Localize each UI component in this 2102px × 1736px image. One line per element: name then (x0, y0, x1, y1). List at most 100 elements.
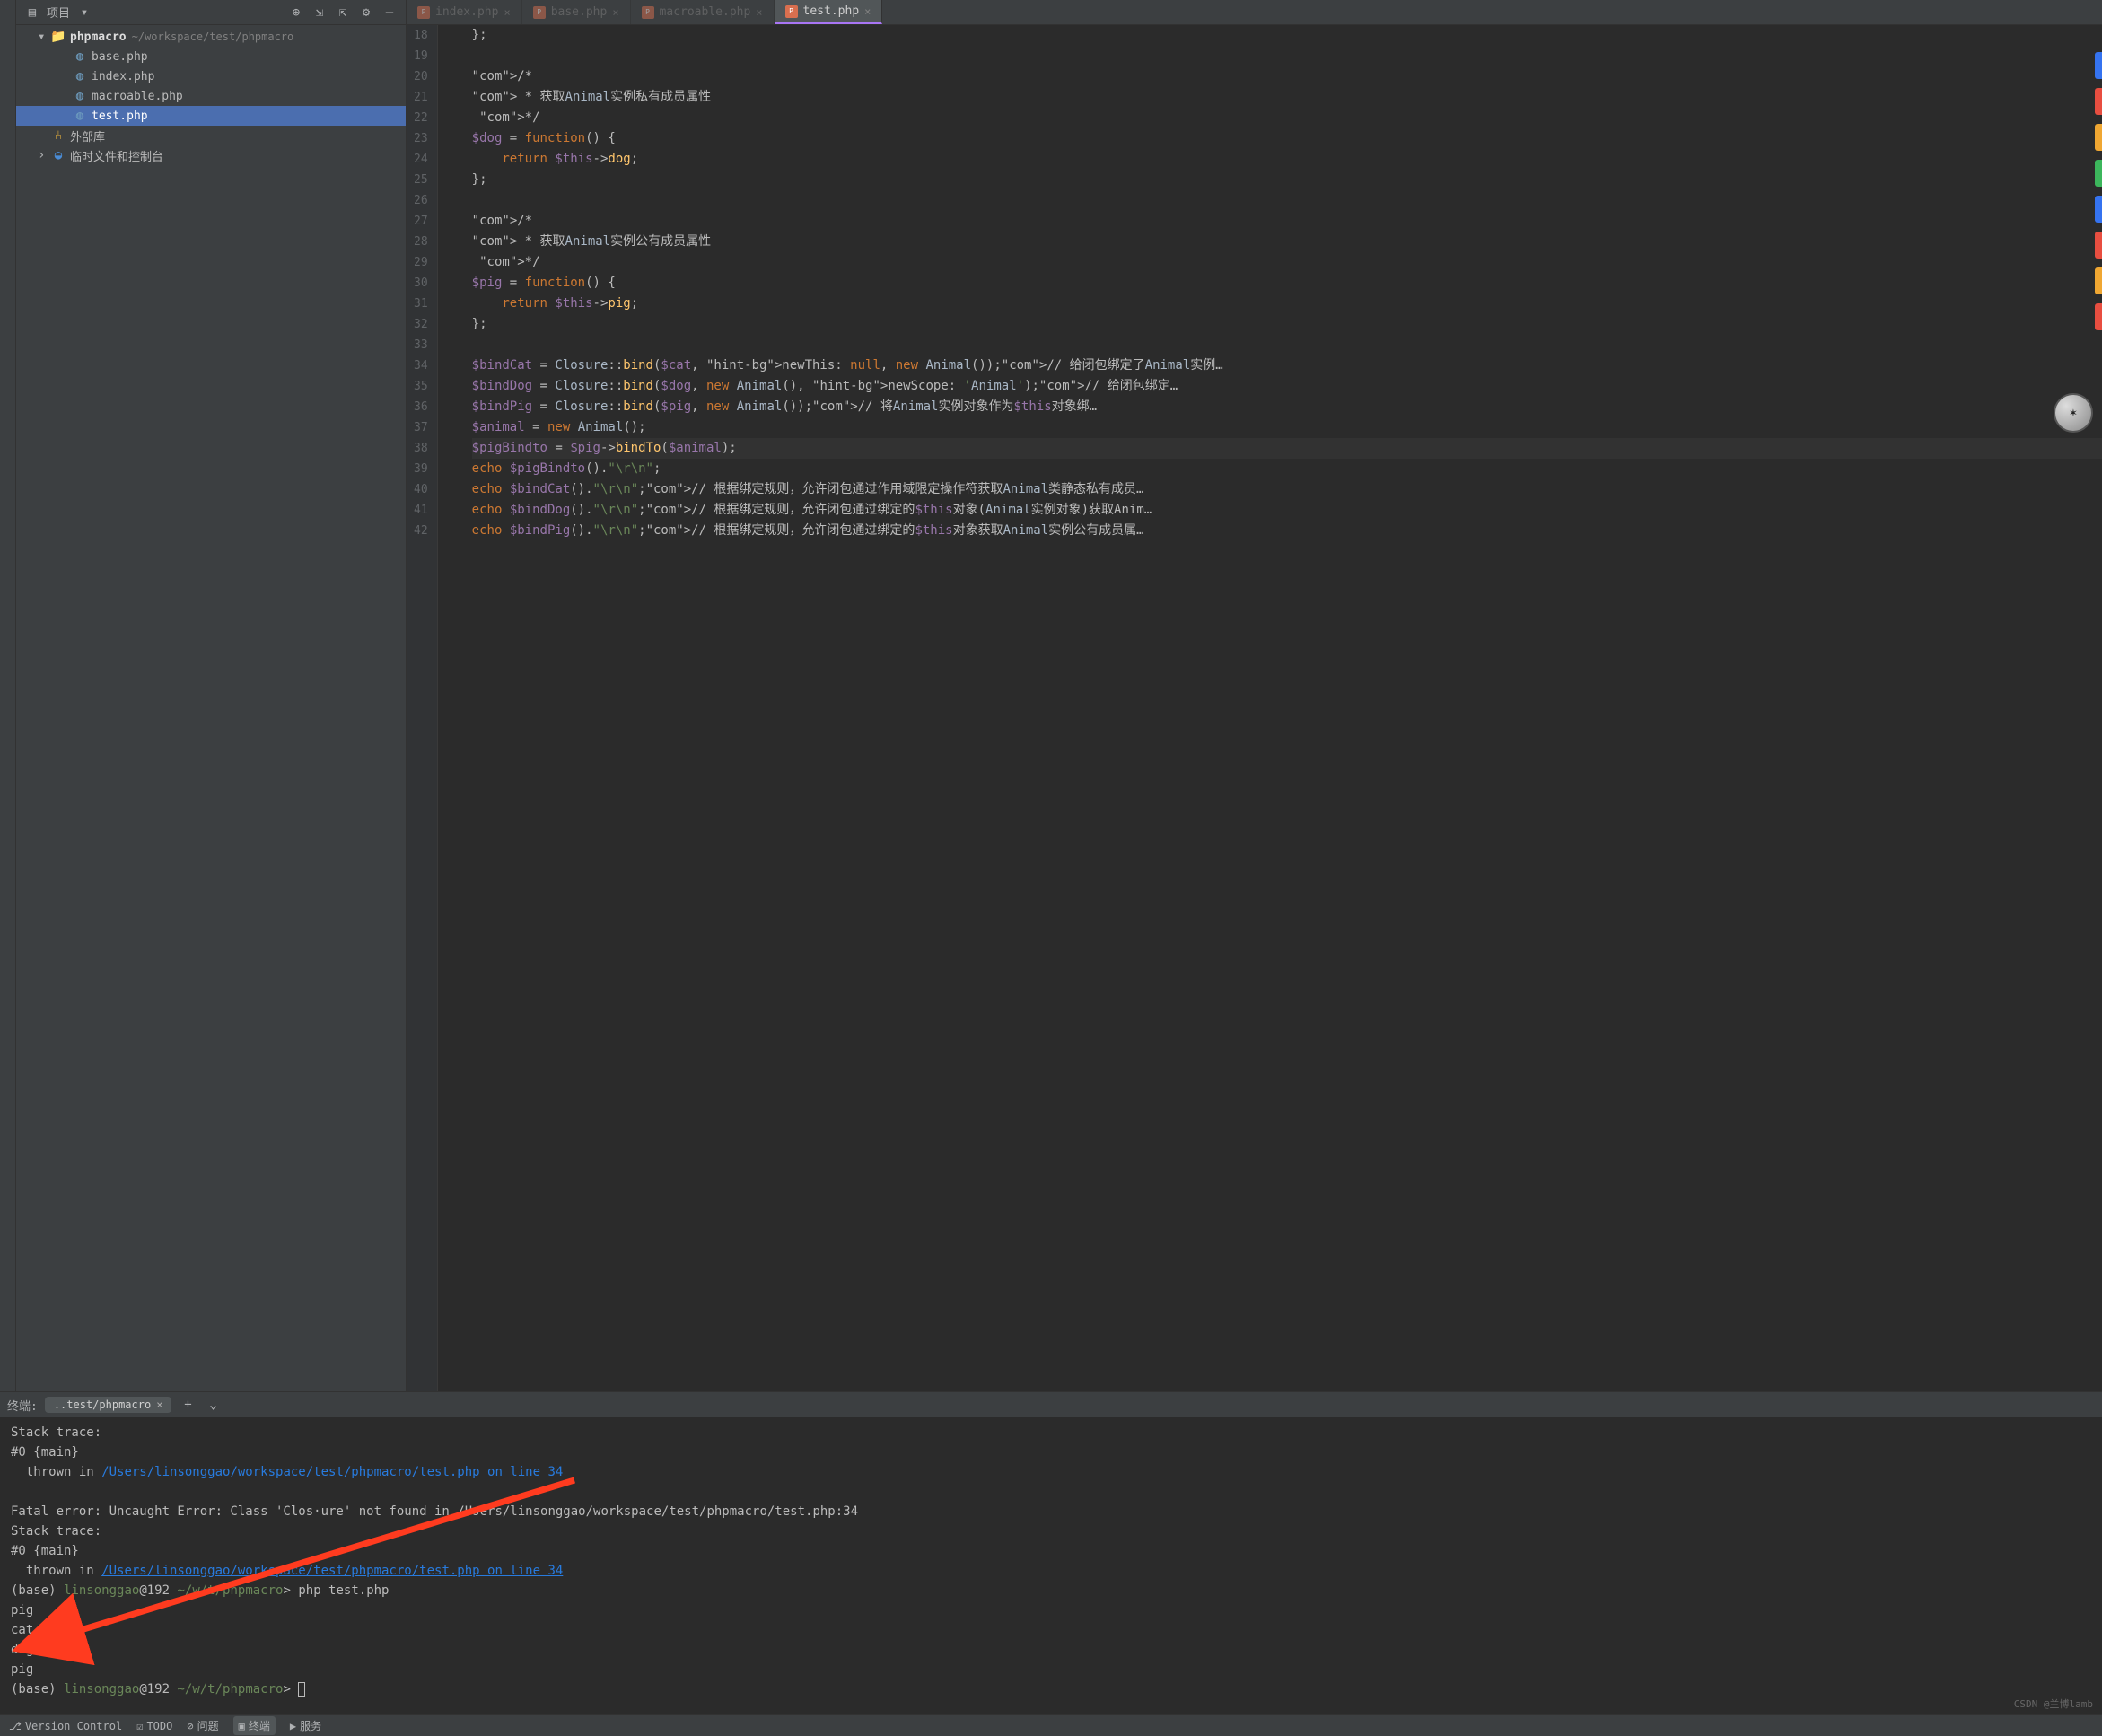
line-number[interactable]: 19 (414, 46, 428, 66)
code-line[interactable] (472, 190, 2102, 211)
code-line[interactable]: $bindCat = Closure::bind($cat, "hint-bg"… (472, 355, 2102, 376)
line-number[interactable]: 35 (414, 376, 428, 397)
locate-icon[interactable]: ⊕ (287, 4, 305, 22)
statusbar-version-control[interactable]: ⎇Version Control (9, 1720, 122, 1732)
code-line[interactable]: $bindPig = Closure::bind($pig, new Anima… (472, 397, 2102, 417)
line-number[interactable]: 30 (414, 273, 428, 294)
tree-external-libs[interactable]: ⑃ 外部库 (16, 126, 406, 145)
terminal-tab[interactable]: ..test/phpmacro × (45, 1397, 172, 1413)
line-number[interactable]: 18 (414, 25, 428, 46)
code-line[interactable]: $pig = function() { (472, 273, 2102, 294)
tree-file[interactable]: ◍ base.php (16, 47, 406, 66)
close-icon[interactable]: × (864, 5, 871, 18)
code-line[interactable]: "com">*/ (472, 108, 2102, 128)
code-line[interactable]: "com">/* (472, 211, 2102, 232)
code-line[interactable]: }; (472, 314, 2102, 335)
project-label[interactable]: 项目 (47, 4, 70, 21)
line-number[interactable]: 39 (414, 459, 428, 479)
line-number[interactable]: 31 (414, 294, 428, 314)
hide-icon[interactable]: — (381, 4, 399, 22)
expand-icon[interactable]: ⇲ (311, 4, 328, 22)
line-number[interactable]: 23 (414, 128, 428, 149)
terminal-line: #0 {main} (11, 1442, 2091, 1462)
code-line[interactable] (472, 46, 2102, 66)
tab-base-php[interactable]: P base.php × (522, 0, 631, 24)
code-editor[interactable]: 1819202122232425262728293031323334353637… (407, 25, 2102, 1391)
chevron-down-icon[interactable]: ▾ (38, 30, 50, 44)
collapse-icon[interactable]: ⇱ (334, 4, 352, 22)
line-number[interactable]: 26 (414, 190, 428, 211)
statusbar-todo[interactable]: ☑TODO (136, 1720, 172, 1732)
terminal-dropdown-icon[interactable]: ⌄ (204, 1396, 222, 1414)
code-line[interactable] (472, 335, 2102, 355)
tab-macroable-php[interactable]: P macroable.php × (631, 0, 775, 24)
chevron-right-icon[interactable]: › (38, 148, 50, 162)
line-number[interactable]: 34 (414, 355, 428, 376)
terminal-tab-label: ..test/phpmacro (54, 1398, 151, 1411)
tree-root[interactable]: ▾ 📁 phpmacro ~/workspace/test/phpmacro (16, 27, 406, 47)
line-number[interactable]: 32 (414, 314, 428, 335)
close-icon[interactable]: × (156, 1398, 162, 1411)
terminal-output[interactable]: Stack trace:#0 {main} thrown in /Users/l… (0, 1417, 2102, 1714)
line-number[interactable]: 36 (414, 397, 428, 417)
sidebar-toolbar: ▤ 项目 ▾ ⊕ ⇲ ⇱ ⚙ — (16, 0, 406, 25)
code-line[interactable]: echo $bindCat()."\r\n";"com">// 根据绑定规则，允… (472, 479, 2102, 500)
file-link[interactable]: /Users/linsonggao/workspace/test/phpmacr… (101, 1564, 563, 1578)
code-line[interactable]: $dog = function() { (472, 128, 2102, 149)
line-number[interactable]: 33 (414, 335, 428, 355)
code-line[interactable]: $bindDog = Closure::bind($dog, new Anima… (472, 376, 2102, 397)
tab-index-php[interactable]: P index.php × (407, 0, 522, 24)
line-number[interactable]: 21 (414, 87, 428, 108)
statusbar-问题[interactable]: ⊘问题 (187, 1718, 218, 1733)
close-icon[interactable]: × (504, 6, 510, 19)
line-number[interactable]: 24 (414, 149, 428, 170)
statusbar-服务[interactable]: ▶服务 (290, 1718, 321, 1733)
code-line[interactable]: return $this->pig; (472, 294, 2102, 314)
tab-test-php[interactable]: P test.php × (775, 0, 883, 24)
line-number[interactable]: 29 (414, 252, 428, 273)
code-line[interactable]: "com"> * 获取Animal实例私有成员属性 (472, 87, 2102, 108)
line-number[interactable]: 37 (414, 417, 428, 438)
terminal-line: Stack trace: (11, 1521, 2091, 1541)
settings-icon[interactable]: ⚙ (357, 4, 375, 22)
line-number[interactable]: 27 (414, 211, 428, 232)
statusbar-终端[interactable]: ▣终端 (233, 1716, 276, 1735)
statusbar-label: 服务 (300, 1718, 321, 1733)
code-line[interactable]: }; (472, 170, 2102, 190)
folder-icon: 📁 (50, 29, 66, 45)
code-line[interactable]: echo $bindDog()."\r\n";"com">// 根据绑定规则，允… (472, 500, 2102, 521)
tree-root-name: phpmacro (70, 31, 127, 44)
line-number[interactable]: 25 (414, 170, 428, 190)
tree-scratches[interactable]: › ◒ 临时文件和控制台 (16, 145, 406, 165)
code-line[interactable]: $pigBindto = $pig->bindTo($animal); (472, 438, 2102, 459)
tree-file[interactable]: ◍ index.php (16, 66, 406, 86)
file-link[interactable]: /Users/linsonggao/workspace/test/phpmacr… (101, 1465, 563, 1479)
project-selector-icon[interactable]: ▤ (23, 4, 41, 22)
close-icon[interactable]: × (756, 6, 762, 19)
line-number[interactable]: 42 (414, 521, 428, 541)
code-line[interactable]: "com">/* (472, 66, 2102, 87)
code-line[interactable]: $animal = new Animal(); (472, 417, 2102, 438)
assistant-badge-icon[interactable]: ✶ (2054, 393, 2093, 433)
line-number[interactable]: 40 (414, 479, 428, 500)
line-number[interactable]: 22 (414, 108, 428, 128)
new-terminal-icon[interactable]: + (179, 1396, 197, 1414)
code-line[interactable]: echo $pigBindto()."\r\n"; (472, 459, 2102, 479)
chevron-down-icon[interactable]: ▾ (75, 4, 93, 22)
tree-file[interactable]: ◍ test.php (16, 106, 406, 126)
code-line[interactable]: }; (472, 25, 2102, 46)
code-line[interactable]: return $this->dog; (472, 149, 2102, 170)
line-number-gutter[interactable]: 1819202122232425262728293031323334353637… (407, 25, 438, 1391)
line-number[interactable]: 41 (414, 500, 428, 521)
line-number[interactable]: 28 (414, 232, 428, 252)
line-number[interactable]: 20 (414, 66, 428, 87)
tree-file[interactable]: ◍ macroable.php (16, 86, 406, 106)
close-icon[interactable]: × (612, 6, 618, 19)
code-line[interactable]: "com"> * 获取Animal实例公有成员属性 (472, 232, 2102, 252)
project-tree[interactable]: ▾ 📁 phpmacro ~/workspace/test/phpmacro ◍… (16, 25, 406, 1391)
php-file-icon: P (417, 6, 430, 19)
line-number[interactable]: 38 (414, 438, 428, 459)
code-content[interactable]: };"com">/*"com"> * 获取Animal实例私有成员属性 "com… (438, 25, 2102, 1391)
code-line[interactable]: "com">*/ (472, 252, 2102, 273)
code-line[interactable]: echo $bindPig()."\r\n";"com">// 根据绑定规则，允… (472, 521, 2102, 541)
